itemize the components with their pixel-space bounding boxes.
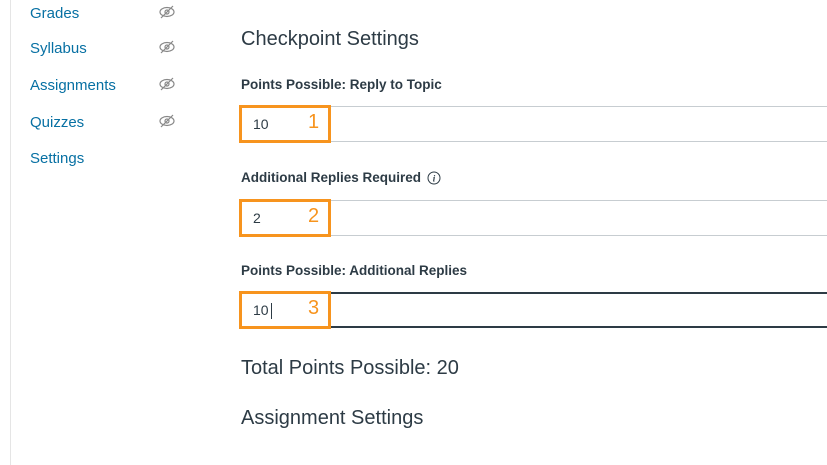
reply-to-topic-points-input[interactable] [241,106,827,142]
additional-replies-required-text: Additional Replies Required [241,170,422,185]
total-points-possible: Total Points Possible: 20 [241,357,459,379]
additional-replies-points-input[interactable] [241,292,827,328]
svg-text:i: i [433,173,436,183]
assignment-settings-heading: Assignment Settings [241,407,424,429]
checkpoint-settings-section: Checkpoint Settings Points Possible: Rep… [0,0,827,465]
additional-replies-required-input[interactable] [241,200,827,236]
additional-replies-required-label: Additional Replies Required i [241,170,441,185]
info-icon[interactable]: i [427,171,441,185]
text-cursor [271,303,272,319]
checkpoint-settings-heading: Checkpoint Settings [241,28,419,50]
reply-to-topic-label: Points Possible: Reply to Topic [241,77,442,92]
additional-replies-points-label: Points Possible: Additional Replies [241,263,468,278]
